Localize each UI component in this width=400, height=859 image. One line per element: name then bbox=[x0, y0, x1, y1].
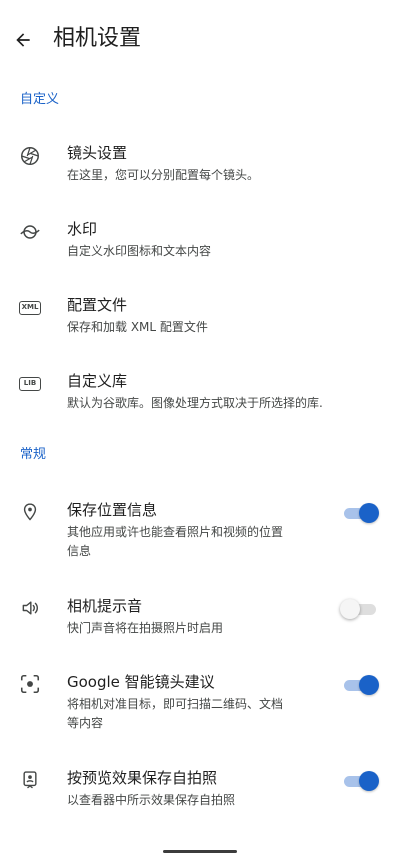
arrow-left-icon bbox=[16, 33, 30, 47]
setting-title: 自定义库 bbox=[67, 372, 128, 390]
app-bar: 相机设置 bbox=[0, 0, 400, 80]
volume-icon bbox=[18, 596, 42, 620]
setting-watermark[interactable]: 水印 自定义水印图标和文本内容 bbox=[0, 206, 400, 270]
page-title: 相机设置 bbox=[53, 26, 142, 51]
setting-title: 保存位置信息 bbox=[67, 501, 158, 519]
setting-save-location[interactable]: 保存位置信息 其他应用或许也能查看照片和视频的位置 信息 bbox=[0, 490, 400, 566]
setting-subtitle: 在这里，您可以分别配置每个镜头。 bbox=[67, 168, 260, 182]
setting-subtitle-continued: 信息 bbox=[67, 544, 92, 558]
setting-custom-library[interactable]: LIB 自定义库 默认为谷歌库。图像处理方式取决于所选择的库. bbox=[0, 358, 400, 422]
setting-subtitle: 默认为谷歌库。图像处理方式取决于所选择的库. bbox=[67, 396, 323, 410]
setting-title: 镜头设置 bbox=[67, 144, 128, 162]
setting-camera-sound[interactable]: 相机提示音 快门声音将在拍摄照片时启用 bbox=[0, 586, 400, 642]
setting-subtitle: 自定义水印图标和文本内容 bbox=[67, 244, 212, 258]
lib-tag: LIB bbox=[19, 377, 41, 391]
setting-subtitle-continued: 等内容 bbox=[67, 716, 104, 730]
setting-subtitle: 保存和加载 XML 配置文件 bbox=[67, 320, 208, 334]
setting-title: 按预览效果保存自拍照 bbox=[67, 769, 218, 787]
section-header-general: 常规 bbox=[20, 447, 47, 462]
setting-title: 配置文件 bbox=[67, 296, 128, 314]
setting-lens-settings[interactable]: 镜头设置 在这里，您可以分别配置每个镜头。 bbox=[0, 130, 400, 194]
setting-title: 相机提示音 bbox=[67, 597, 143, 615]
setting-title: Google 智能镜头建议 bbox=[67, 673, 215, 691]
gesture-navigation-bar[interactable] bbox=[163, 850, 237, 853]
switch-thumb bbox=[359, 503, 379, 523]
location-pin-icon bbox=[18, 500, 42, 524]
switch-thumb bbox=[340, 599, 360, 619]
save-selfie-switch[interactable] bbox=[340, 769, 380, 793]
setting-subtitle: 以查看器中所示效果保存自拍照 bbox=[67, 793, 236, 807]
setting-subtitle: 将相机对准目标，即可扫描二维码、文档 bbox=[67, 697, 284, 711]
lens-aperture-icon bbox=[18, 144, 42, 168]
setting-subtitle: 快门声音将在拍摄照片时启用 bbox=[67, 621, 224, 635]
setting-config-file[interactable]: XML 配置文件 保存和加载 XML 配置文件 bbox=[0, 282, 400, 346]
camera-settings-screen: 相机设置 自定义 镜头设置 在这里，您可以分别配置每个镜头。 水印 自定义水印图… bbox=[0, 0, 400, 859]
save-location-switch[interactable] bbox=[340, 501, 380, 525]
xml-tag: XML bbox=[19, 301, 41, 315]
back-button[interactable] bbox=[8, 20, 38, 60]
setting-save-selfie-as-previewed[interactable]: 按预览效果保存自拍照 以查看器中所示效果保存自拍照 bbox=[0, 758, 400, 818]
lens-suggestions-switch[interactable] bbox=[340, 673, 380, 697]
watermark-icon bbox=[18, 220, 42, 244]
library-icon: LIB bbox=[18, 372, 42, 396]
setting-title: 水印 bbox=[67, 220, 98, 238]
selfie-icon bbox=[18, 768, 42, 792]
xml-file-icon: XML bbox=[18, 296, 42, 320]
switch-thumb bbox=[359, 771, 379, 791]
lens-suggestion-icon bbox=[18, 672, 42, 696]
setting-subtitle: 其他应用或许也能查看照片和视频的位置 bbox=[67, 525, 284, 539]
setting-google-lens-suggestions[interactable]: Google 智能镜头建议 将相机对准目标，即可扫描二维码、文档 等内容 bbox=[0, 662, 400, 738]
switch-thumb bbox=[359, 675, 379, 695]
section-header-custom: 自定义 bbox=[20, 92, 60, 107]
camera-sound-switch[interactable] bbox=[340, 597, 380, 621]
